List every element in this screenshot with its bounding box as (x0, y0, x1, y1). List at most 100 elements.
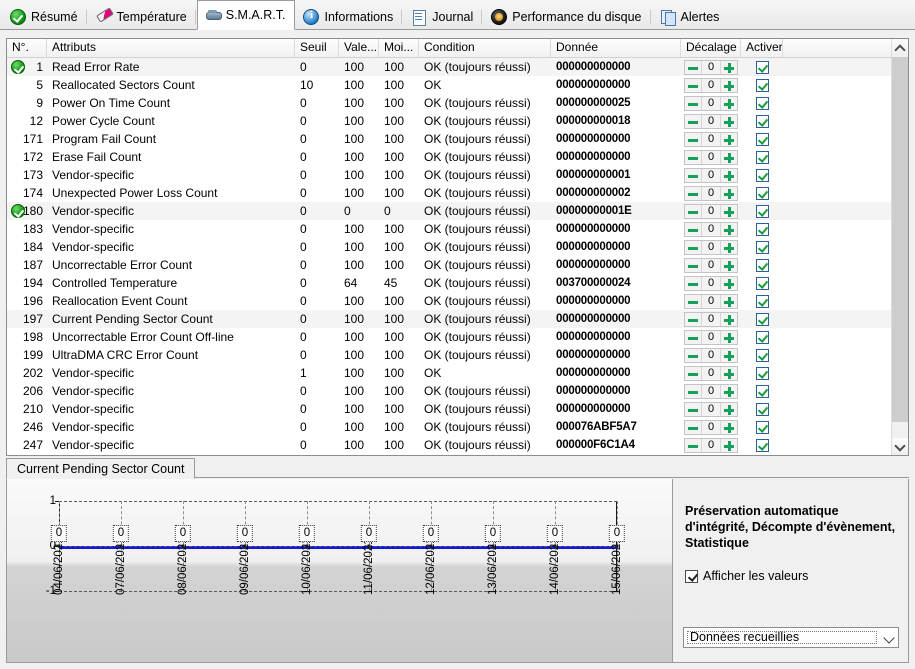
enable-checkbox[interactable] (755, 348, 769, 362)
offset-stepper[interactable]: 0 (684, 59, 738, 75)
enable-checkbox[interactable] (755, 222, 769, 236)
enable-checkbox[interactable] (755, 420, 769, 434)
scroll-down-arrow-icon[interactable] (892, 438, 908, 455)
scrollbar-thumb[interactable] (892, 57, 908, 422)
offset-stepper[interactable]: 0 (684, 329, 738, 345)
offset-decrement-icon[interactable] (685, 258, 701, 272)
table-row[interactable]: 196 Reallocation Event Count 0 100 100 OK (to… (7, 292, 908, 310)
column-header-moi[interactable]: Moi... (379, 39, 419, 57)
offset-decrement-icon[interactable] (685, 420, 701, 434)
table-row[interactable]: 171 Program Fail Count 0 100 100 OK (toujours… (7, 130, 908, 148)
table-row[interactable]: 246 Vendor-specific 0 100 100 OK (toujours ré… (7, 418, 908, 436)
tab-informations[interactable]: Informations (295, 4, 403, 29)
offset-stepper[interactable]: 0 (684, 239, 738, 255)
table-row[interactable]: 194 Controlled Temperature 0 64 45 OK (toujou… (7, 274, 908, 292)
enable-checkbox[interactable] (755, 294, 769, 308)
offset-stepper[interactable]: 0 (684, 383, 738, 399)
table-row[interactable]: 1 Read Error Rate 0 100 100 OK (toujours réus… (7, 58, 908, 76)
offset-increment-icon[interactable] (721, 78, 737, 92)
column-header-data[interactable]: Donnée (551, 39, 681, 57)
offset-decrement-icon[interactable] (685, 204, 701, 218)
table-row[interactable]: 174 Unexpected Power Loss Count 0 100 100 OK … (7, 184, 908, 202)
offset-increment-icon[interactable] (721, 420, 737, 434)
tab-alertes[interactable]: Alertes (652, 4, 730, 29)
offset-decrement-icon[interactable] (685, 60, 701, 74)
offset-stepper[interactable]: 0 (684, 221, 738, 237)
table-row[interactable]: 202 Vendor-specific 1 100 100 OK 000000000000 0 (7, 364, 908, 382)
offset-increment-icon[interactable] (721, 186, 737, 200)
offset-increment-icon[interactable] (721, 330, 737, 344)
tab-temp-rature[interactable]: Température (88, 4, 197, 29)
offset-stepper[interactable]: 0 (684, 257, 738, 273)
data-source-dropdown[interactable]: Données recueillies (683, 627, 899, 648)
offset-increment-icon[interactable] (721, 402, 737, 416)
offset-increment-icon[interactable] (721, 294, 737, 308)
offset-increment-icon[interactable] (721, 60, 737, 74)
offset-decrement-icon[interactable] (685, 276, 701, 290)
offset-decrement-icon[interactable] (685, 96, 701, 110)
offset-stepper[interactable]: 0 (684, 347, 738, 363)
enable-checkbox[interactable] (755, 438, 769, 452)
table-row[interactable]: 183 Vendor-specific 0 100 100 OK (toujours ré… (7, 220, 908, 238)
column-header-no[interactable]: N°. (7, 39, 47, 57)
enable-checkbox[interactable] (755, 96, 769, 110)
enable-checkbox[interactable] (755, 150, 769, 164)
offset-increment-icon[interactable] (721, 168, 737, 182)
offset-increment-icon[interactable] (721, 204, 737, 218)
tab-r-sum[interactable]: Résumé (2, 4, 88, 29)
table-row[interactable]: 247 Vendor-specific 0 100 100 OK (toujours ré… (7, 436, 908, 454)
column-header-act[interactable]: Activer (741, 39, 783, 57)
table-row[interactable]: 172 Erase Fail Count 0 100 100 OK (toujours r… (7, 148, 908, 166)
offset-decrement-icon[interactable] (685, 438, 701, 452)
tab-performance-du-disque[interactable]: Performance du disque (483, 4, 651, 29)
table-row[interactable]: 5 Reallocated Sectors Count 10 100 100 OK 0000… (7, 76, 908, 94)
column-header-val[interactable]: Vale... (339, 39, 379, 57)
offset-stepper[interactable]: 0 (684, 149, 738, 165)
offset-decrement-icon[interactable] (685, 132, 701, 146)
offset-stepper[interactable]: 0 (684, 419, 738, 435)
offset-increment-icon[interactable] (721, 114, 737, 128)
table-row[interactable]: 199 UltraDMA CRC Error Count 0 100 100 OK (to… (7, 346, 908, 364)
offset-decrement-icon[interactable] (685, 330, 701, 344)
tab-journal[interactable]: Journal (403, 4, 483, 29)
offset-decrement-icon[interactable] (685, 348, 701, 362)
show-values-checkbox[interactable]: Afficher les valeurs (685, 569, 808, 583)
offset-increment-icon[interactable] (721, 150, 737, 164)
table-row[interactable]: 9 Power On Time Count 0 100 100 OK (toujours … (7, 94, 908, 112)
offset-decrement-icon[interactable] (685, 222, 701, 236)
offset-decrement-icon[interactable] (685, 294, 701, 308)
offset-increment-icon[interactable] (721, 276, 737, 290)
table-row[interactable]: 210 Vendor-specific 0 100 100 OK (toujours ré… (7, 400, 908, 418)
column-header-dec[interactable]: Décalage (681, 39, 741, 57)
grid-vertical-scrollbar[interactable] (891, 39, 908, 455)
offset-stepper[interactable]: 0 (684, 185, 738, 201)
enable-checkbox[interactable] (755, 60, 769, 74)
enable-checkbox[interactable] (755, 330, 769, 344)
enable-checkbox[interactable] (755, 132, 769, 146)
offset-stepper[interactable]: 0 (684, 311, 738, 327)
table-row[interactable]: 198 Uncorrectable Error Count Off-line 0 10… (7, 328, 908, 346)
chevron-down-icon[interactable] (880, 628, 898, 647)
offset-increment-icon[interactable] (721, 348, 737, 362)
offset-stepper[interactable]: 0 (684, 437, 738, 453)
offset-stepper[interactable]: 0 (684, 275, 738, 291)
table-row[interactable]: 184 Vendor-specific 0 100 100 OK (toujours ré… (7, 238, 908, 256)
offset-increment-icon[interactable] (721, 366, 737, 380)
offset-stepper[interactable]: 0 (684, 203, 738, 219)
offset-stepper[interactable]: 0 (684, 95, 738, 111)
enable-checkbox[interactable] (755, 114, 769, 128)
enable-checkbox[interactable] (755, 204, 769, 218)
offset-stepper[interactable]: 0 (684, 401, 738, 417)
offset-increment-icon[interactable] (721, 384, 737, 398)
enable-checkbox[interactable] (755, 312, 769, 326)
table-row[interactable]: 206 Vendor-specific 0 100 100 OK (toujours ré… (7, 382, 908, 400)
table-row[interactable]: 12 Power Cycle Count 0 100 100 OK (toujours r… (7, 112, 908, 130)
offset-increment-icon[interactable] (721, 312, 737, 326)
offset-increment-icon[interactable] (721, 96, 737, 110)
offset-stepper[interactable]: 0 (684, 365, 738, 381)
offset-decrement-icon[interactable] (685, 240, 701, 254)
enable-checkbox[interactable] (755, 366, 769, 380)
enable-checkbox[interactable] (755, 186, 769, 200)
scroll-up-arrow-icon[interactable] (892, 39, 908, 56)
table-row[interactable]: 173 Vendor-specific 0 100 100 OK (toujours ré… (7, 166, 908, 184)
